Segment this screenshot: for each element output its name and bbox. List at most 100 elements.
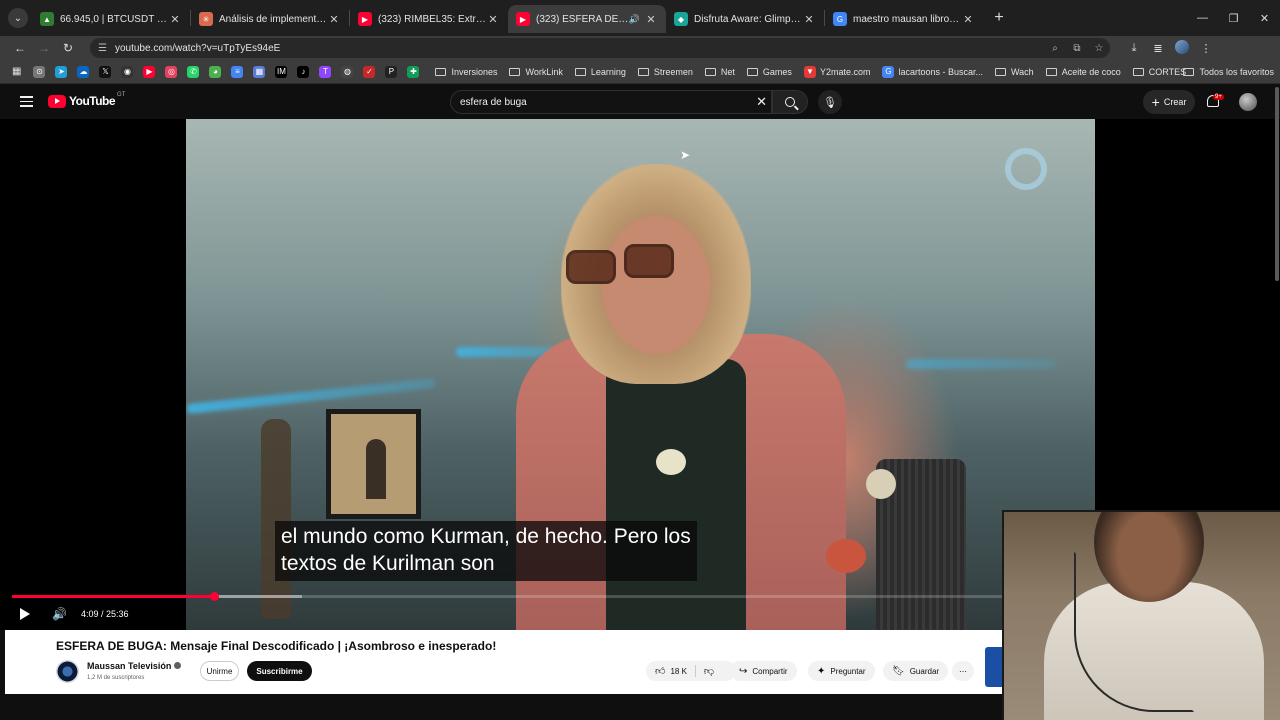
profile-icon[interactable] — [1170, 39, 1194, 57]
browser-tab[interactable]: ◆ Disfruta Aware: Glimpses of Co✕ — [666, 5, 824, 33]
bookmark-site-icon[interactable]: IM — [275, 65, 288, 78]
caption-line-2: textos de Kurilman son — [281, 552, 495, 575]
tab-title: Disfruta Aware: Glimpses of Co — [694, 13, 802, 25]
tab-close-icon[interactable]: ✕ — [168, 13, 182, 26]
bookmark-folder-list: Inversiones WorkLink Learning Streemen Net Ga… — [423, 65, 1186, 78]
hamburger-menu-icon[interactable] — [20, 96, 33, 110]
browser-tab[interactable]: ▶ (323) ESFERA DE BUGA: Me🔊 ✕ — [508, 5, 666, 33]
address-bar[interactable]: ☰ youtube.com/watch?v=uTpTyEs94eE ⌕ ⧉ ☆ — [90, 38, 1110, 58]
bookmark-site-icon[interactable]: ➤ — [55, 65, 68, 78]
account-avatar[interactable] — [1239, 93, 1257, 111]
restore-icon[interactable]: ❐ — [1218, 12, 1249, 25]
bookmark-link[interactable]: ▼ Y2mate.com — [803, 65, 870, 78]
bookmark-folder[interactable]: Streemen — [637, 67, 693, 77]
menu-dots-icon[interactable]: ⋮ — [1194, 42, 1218, 55]
new-tab-icon[interactable]: + — [987, 9, 1011, 27]
bookmark-site-icon[interactable]: 𝕏 — [99, 65, 112, 78]
tab-close-icon[interactable]: ✕ — [961, 13, 975, 26]
page-scrollbar[interactable] — [1275, 87, 1279, 281]
bookmark-site-icon[interactable]: ◕ — [209, 65, 222, 78]
tab-favicon-icon: ✳ — [199, 12, 213, 26]
browser-tab[interactable]: Gmaestro mausan libro - Buscar✕ — [825, 5, 983, 33]
create-label: Crear — [1163, 97, 1187, 107]
bookmark-site-icon[interactable]: ≡ — [231, 65, 244, 78]
all-bookmarks[interactable]: Todos los favoritos — [1183, 60, 1274, 84]
bookmark-folder[interactable]: Net — [704, 67, 735, 77]
voice-search-mic-icon[interactable]: 🎙 — [818, 90, 842, 114]
apps-grid-icon[interactable]: ▦ — [12, 66, 21, 77]
media-control-icon[interactable]: ≣ — [1146, 42, 1170, 55]
close-window-icon[interactable]: ✕ — [1249, 12, 1280, 25]
dislike-icon[interactable]: 👎︎ — [704, 665, 714, 677]
tab-search-chevron-icon[interactable]: ⌄ — [8, 8, 28, 28]
youtube-logo[interactable]: YouTube GT — [48, 92, 125, 108]
bookmark-link[interactable]: Glacartoons - Buscar... — [882, 65, 983, 78]
channel-name[interactable]: Maussan Televisión — [87, 661, 182, 671]
person-shirt — [606, 359, 746, 630]
install-app-icon[interactable]: ⧉ — [1066, 43, 1088, 54]
zoom-icon[interactable]: ⌕ — [1044, 43, 1066, 54]
share-button[interactable]: ↪ Compartir — [730, 661, 797, 681]
create-button[interactable]: + Crear — [1143, 90, 1195, 114]
bookmark-label: WorkLink — [525, 66, 563, 77]
reload-icon[interactable]: ↻ — [56, 41, 80, 55]
ask-button[interactable]: ✦ Preguntar — [808, 661, 875, 681]
bookmark-site-icon[interactable]: ♪ — [297, 65, 310, 78]
bookmark-icon-list: ⊙ ➤ ☁ 𝕏 ◉ ▶ ◎ ✆ ◕ ≡ ▦ IM ♪ T ◍ ✓ P ✚ — [27, 65, 423, 78]
bookmark-label: Learning — [590, 66, 626, 77]
like-count[interactable]: 18 K — [670, 667, 686, 676]
browser-tab[interactable]: ▶ (323) RIMBEL35: Extraterrestres✕ — [350, 5, 508, 33]
bookmark-folder[interactable]: WorkLink — [509, 66, 563, 77]
bookmark-folder[interactable]: Wach — [995, 67, 1034, 77]
more-actions-icon[interactable]: ⋯ — [952, 661, 974, 681]
bookmark-site-icon[interactable]: ✚ — [407, 65, 420, 78]
bookmark-folder[interactable]: CORTES — [1132, 67, 1186, 77]
browser-tab[interactable]: ▲ 66.945,0 | BTCUSDT Futuros - Bina✕ — [32, 5, 190, 33]
download-icon[interactable]: ⤓ — [1122, 42, 1146, 55]
bookmark-site-icon[interactable]: P — [385, 65, 398, 78]
bookmark-site-icon[interactable]: ◎ — [165, 65, 178, 78]
volume-icon[interactable]: 🔊 — [52, 607, 67, 621]
subscribe-button[interactable]: Suscribirme — [247, 661, 312, 681]
bookmark-site-icon[interactable]: ☁ — [77, 65, 90, 78]
tab-title: (323) RIMBEL35: Extraterrestres — [378, 13, 486, 25]
bookmark-site-icon[interactable]: ✓ — [363, 65, 376, 78]
search-button[interactable] — [772, 90, 808, 114]
sidebar-thumbnail-edge — [985, 647, 1003, 687]
bookmark-star-icon[interactable]: ☆ — [1088, 43, 1110, 54]
bookmark-folder[interactable]: Games — [746, 67, 792, 77]
tab-close-icon[interactable]: ✕ — [327, 13, 341, 26]
forward-icon[interactable]: → — [32, 41, 56, 55]
back-icon[interactable]: ← — [8, 41, 32, 55]
bookmark-site-icon[interactable]: ⊙ — [33, 65, 46, 78]
browser-tab[interactable]: ✳ Análisis de implementación de✕ — [191, 5, 349, 33]
bookmark-site-icon[interactable]: T — [319, 65, 332, 78]
bookmark-folder[interactable]: Inversiones — [435, 67, 497, 77]
bookmark-site-icon[interactable]: ◍ — [341, 65, 354, 78]
search-input[interactable]: esfera de buga ✕ — [450, 90, 772, 114]
site-info-icon[interactable]: ☰ — [98, 43, 107, 54]
search-icon — [785, 97, 795, 107]
shirt-flower — [866, 469, 896, 499]
minimize-icon[interactable]: — — [1187, 12, 1218, 24]
tab-close-icon[interactable]: ✕ — [486, 13, 500, 26]
tab-close-icon[interactable]: ✕ — [802, 13, 816, 26]
bookmark-folder[interactable]: Aceite de coco — [1045, 66, 1121, 77]
bookmark-site-icon[interactable]: ✆ — [187, 65, 200, 78]
bookmark-site-icon[interactable]: ◉ — [121, 65, 134, 78]
tab-close-icon[interactable]: ✕ — [644, 13, 658, 26]
save-button[interactable]: 🔖︎ Guardar — [883, 661, 949, 681]
like-icon[interactable]: 👍︎ — [655, 665, 665, 677]
bookmark-site-icon[interactable]: ▶ — [143, 65, 156, 78]
bookmark-site-icon[interactable]: ▦ — [253, 65, 266, 78]
tab-audio-icon[interactable]: 🔊 — [629, 14, 640, 25]
bookmark-site-icon: G — [882, 65, 895, 78]
tab-list: ▲66.945,0 | BTCUSDT Futuros - Bina✕✳Anál… — [32, 3, 983, 33]
bookmark-folder[interactable]: Learning — [574, 66, 626, 77]
youtube-play-logo-icon — [48, 94, 66, 108]
channel-avatar[interactable] — [56, 660, 79, 683]
join-button[interactable]: Unirme — [200, 661, 239, 681]
play-icon[interactable] — [20, 608, 30, 620]
clear-search-icon[interactable]: ✕ — [756, 94, 767, 110]
bookmark-label: Aceite de coco — [1061, 66, 1121, 77]
